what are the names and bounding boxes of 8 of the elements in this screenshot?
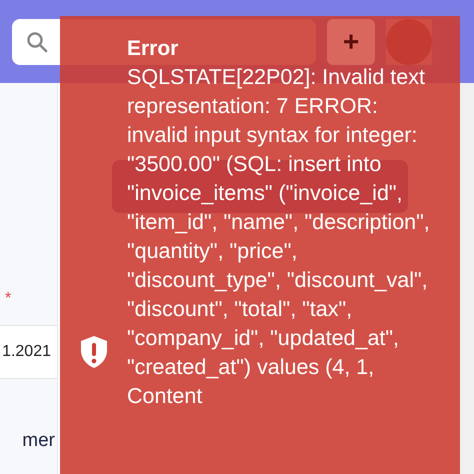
shield-warning-icon: [78, 335, 108, 369]
date-field[interactable]: 1.2021: [0, 325, 57, 379]
add-button[interactable]: +: [327, 18, 375, 64]
error-message: SQLSTATE[22P02]: Invalid text representation: 7 ERROR: invalid input syntax for integer: "3500.00" (SQL: insert into "invoice_items" ("invoice_id", "item_id", "name", "description", "quantity", "price", "discount_type", "discount_val", "discount", "total", "tax", "company_id", "updated_at", "created_at") values (4, 1, Content: [127, 64, 431, 410]
field-label: mer: [21, 429, 56, 453]
search-icon: [26, 30, 48, 52]
toast-title: Error: [127, 36, 178, 62]
required-mark: *: [4, 289, 12, 309]
